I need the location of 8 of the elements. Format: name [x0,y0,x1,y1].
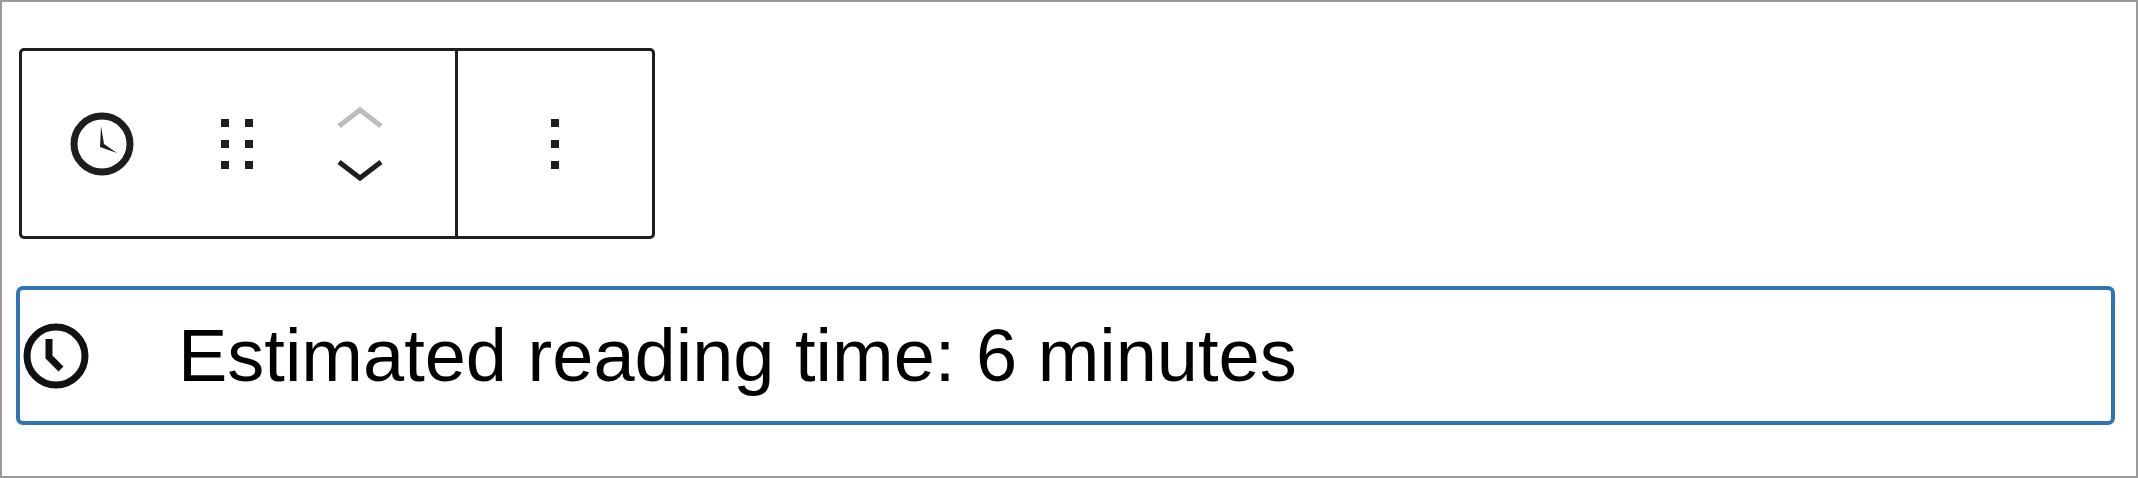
clock-icon [70,111,134,176]
drag-icon [221,118,253,169]
reading-time-block[interactable]: Estimated reading time: 6 minutes [16,286,2115,425]
chevron-up-icon [337,104,383,129]
chevron-down-icon [337,158,383,183]
more-vertical-icon [551,118,559,169]
reading-time-text: Estimated reading time: 6 minutes [178,313,1297,398]
clock-icon [23,322,89,389]
